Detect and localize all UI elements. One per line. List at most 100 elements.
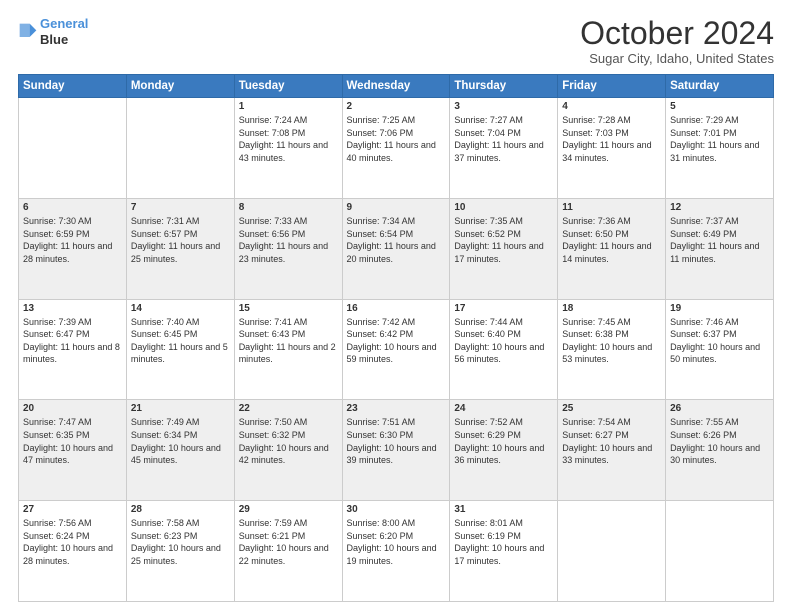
week-row-2: 13 Sunrise: 7:39 AM Sunset: 6:47 PM Dayli… [19,299,774,400]
day-info: Sunrise: 7:46 AM Sunset: 6:37 PM Dayligh… [670,316,769,366]
calendar-cell: 10 Sunrise: 7:35 AM Sunset: 6:52 PM Dayli… [450,198,558,299]
day-number: 9 [347,202,446,213]
calendar-cell: 14 Sunrise: 7:40 AM Sunset: 6:45 PM Dayli… [126,299,234,400]
day-number: 27 [23,504,122,515]
calendar-cell: 3 Sunrise: 7:27 AM Sunset: 7:04 PM Daylig… [450,98,558,199]
day-info: Sunrise: 7:59 AM Sunset: 6:21 PM Dayligh… [239,517,338,567]
calendar-cell: 9 Sunrise: 7:34 AM Sunset: 6:54 PM Daylig… [342,198,450,299]
weekday-header-friday: Friday [558,75,666,98]
day-info: Sunrise: 7:37 AM Sunset: 6:49 PM Dayligh… [670,215,769,265]
calendar-cell: 1 Sunrise: 7:24 AM Sunset: 7:08 PM Daylig… [234,98,342,199]
day-number: 23 [347,403,446,414]
day-number: 1 [239,101,338,112]
day-number: 13 [23,303,122,314]
calendar-cell: 5 Sunrise: 7:29 AM Sunset: 7:01 PM Daylig… [666,98,774,199]
calendar-cell: 17 Sunrise: 7:44 AM Sunset: 6:40 PM Dayli… [450,299,558,400]
calendar-cell [19,98,127,199]
day-info: Sunrise: 7:27 AM Sunset: 7:04 PM Dayligh… [454,114,553,164]
calendar-cell: 25 Sunrise: 7:54 AM Sunset: 6:27 PM Dayli… [558,400,666,501]
day-number: 5 [670,101,769,112]
calendar-cell: 30Sunrise: 8:00 AM Sunset: 6:20 PM Dayli… [342,501,450,602]
calendar-cell: 31 Sunrise: 8:01 AM Sunset: 6:19 PM Dayli… [450,501,558,602]
day-info: Sunrise: 7:42 AM Sunset: 6:42 PM Dayligh… [347,316,446,366]
day-info: Sunrise: 7:33 AM Sunset: 6:56 PM Dayligh… [239,215,338,265]
calendar-cell: 19Sunrise: 7:46 AM Sunset: 6:37 PM Dayli… [666,299,774,400]
day-number: 29 [239,504,338,515]
day-info: Sunrise: 7:25 AM Sunset: 7:06 PM Dayligh… [347,114,446,164]
calendar-cell: 26 Sunrise: 7:55 AM Sunset: 6:26 PM Dayli… [666,400,774,501]
day-info: Sunrise: 7:40 AM Sunset: 6:45 PM Dayligh… [131,316,230,366]
day-info: Sunrise: 7:54 AM Sunset: 6:27 PM Dayligh… [562,416,661,466]
week-row-4: 27 Sunrise: 7:56 AM Sunset: 6:24 PM Dayli… [19,501,774,602]
day-info: Sunrise: 7:36 AM Sunset: 6:50 PM Dayligh… [562,215,661,265]
logo-text: General Blue [40,16,88,47]
calendar-cell: 22Sunrise: 7:50 AM Sunset: 6:32 PM Dayli… [234,400,342,501]
location: Sugar City, Idaho, United States [580,51,774,66]
day-number: 10 [454,202,553,213]
day-info: Sunrise: 7:41 AM Sunset: 6:43 PM Dayligh… [239,316,338,366]
week-row-1: 6 Sunrise: 7:30 AM Sunset: 6:59 PM Daylig… [19,198,774,299]
week-row-3: 20Sunrise: 7:47 AM Sunset: 6:35 PM Dayli… [19,400,774,501]
logo-icon [18,22,38,42]
day-info: Sunrise: 7:34 AM Sunset: 6:54 PM Dayligh… [347,215,446,265]
weekday-header-monday: Monday [126,75,234,98]
day-number: 11 [562,202,661,213]
day-info: Sunrise: 7:56 AM Sunset: 6:24 PM Dayligh… [23,517,122,567]
calendar-cell: 8 Sunrise: 7:33 AM Sunset: 6:56 PM Daylig… [234,198,342,299]
calendar-cell: 27 Sunrise: 7:56 AM Sunset: 6:24 PM Dayli… [19,501,127,602]
day-number: 18 [562,303,661,314]
day-number: 6 [23,202,122,213]
week-row-0: 1 Sunrise: 7:24 AM Sunset: 7:08 PM Daylig… [19,98,774,199]
day-info: Sunrise: 7:51 AM Sunset: 6:30 PM Dayligh… [347,416,446,466]
day-info: Sunrise: 7:44 AM Sunset: 6:40 PM Dayligh… [454,316,553,366]
calendar-cell: 2Sunrise: 7:25 AM Sunset: 7:06 PM Daylig… [342,98,450,199]
day-number: 7 [131,202,230,213]
calendar-cell: 15Sunrise: 7:41 AM Sunset: 6:43 PM Dayli… [234,299,342,400]
day-number: 24 [454,403,553,414]
day-number: 8 [239,202,338,213]
day-number: 16 [347,303,446,314]
calendar-cell: 4 Sunrise: 7:28 AM Sunset: 7:03 PM Daylig… [558,98,666,199]
calendar-cell: 28Sunrise: 7:58 AM Sunset: 6:23 PM Dayli… [126,501,234,602]
day-info: Sunrise: 7:29 AM Sunset: 7:01 PM Dayligh… [670,114,769,164]
calendar-cell: 11 Sunrise: 7:36 AM Sunset: 6:50 PM Dayli… [558,198,666,299]
calendar-cell: 13 Sunrise: 7:39 AM Sunset: 6:47 PM Dayli… [19,299,127,400]
day-info: Sunrise: 7:45 AM Sunset: 6:38 PM Dayligh… [562,316,661,366]
day-info: Sunrise: 7:39 AM Sunset: 6:47 PM Dayligh… [23,316,122,366]
day-number: 4 [562,101,661,112]
weekday-header-tuesday: Tuesday [234,75,342,98]
day-info: Sunrise: 7:49 AM Sunset: 6:34 PM Dayligh… [131,416,230,466]
day-info: Sunrise: 7:30 AM Sunset: 6:59 PM Dayligh… [23,215,122,265]
calendar-cell [126,98,234,199]
day-info: Sunrise: 7:55 AM Sunset: 6:26 PM Dayligh… [670,416,769,466]
weekday-header-row: SundayMondayTuesdayWednesdayThursdayFrid… [19,75,774,98]
calendar-cell: 12Sunrise: 7:37 AM Sunset: 6:49 PM Dayli… [666,198,774,299]
day-info: Sunrise: 7:28 AM Sunset: 7:03 PM Dayligh… [562,114,661,164]
day-info: Sunrise: 7:52 AM Sunset: 6:29 PM Dayligh… [454,416,553,466]
day-info: Sunrise: 7:24 AM Sunset: 7:08 PM Dayligh… [239,114,338,164]
day-info: Sunrise: 8:00 AM Sunset: 6:20 PM Dayligh… [347,517,446,567]
calendar-page: General Blue October 2024 Sugar City, Id… [0,0,792,612]
calendar-cell: 7Sunrise: 7:31 AM Sunset: 6:57 PM Daylig… [126,198,234,299]
day-info: Sunrise: 7:58 AM Sunset: 6:23 PM Dayligh… [131,517,230,567]
calendar-cell [666,501,774,602]
calendar-cell: 16 Sunrise: 7:42 AM Sunset: 6:42 PM Dayli… [342,299,450,400]
day-info: Sunrise: 7:35 AM Sunset: 6:52 PM Dayligh… [454,215,553,265]
day-info: Sunrise: 8:01 AM Sunset: 6:19 PM Dayligh… [454,517,553,567]
calendar-cell: 20Sunrise: 7:47 AM Sunset: 6:35 PM Dayli… [19,400,127,501]
day-number: 26 [670,403,769,414]
weekday-header-thursday: Thursday [450,75,558,98]
header: General Blue October 2024 Sugar City, Id… [18,16,774,66]
day-number: 3 [454,101,553,112]
calendar-cell [558,501,666,602]
calendar-cell: 29 Sunrise: 7:59 AM Sunset: 6:21 PM Dayli… [234,501,342,602]
day-number: 25 [562,403,661,414]
day-number: 17 [454,303,553,314]
calendar-cell: 18 Sunrise: 7:45 AM Sunset: 6:38 PM Dayli… [558,299,666,400]
weekday-header-wednesday: Wednesday [342,75,450,98]
day-number: 31 [454,504,553,515]
day-number: 21 [131,403,230,414]
day-number: 14 [131,303,230,314]
day-info: Sunrise: 7:50 AM Sunset: 6:32 PM Dayligh… [239,416,338,466]
logo: General Blue [18,16,88,47]
